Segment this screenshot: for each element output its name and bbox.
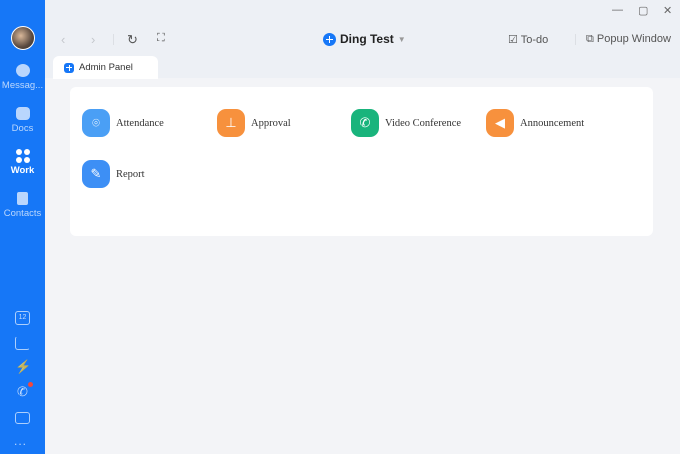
title-bar	[45, 0, 680, 56]
calendar-icon[interactable]: 12	[15, 311, 30, 325]
fullscreen-button[interactable]: ⛶	[157, 32, 165, 45]
tab-label: Admin Panel	[79, 62, 133, 73]
check-icon: ☑	[508, 34, 521, 46]
workspace-title: Ding Test	[340, 32, 394, 46]
todo-button[interactable]: ☑ To-do	[508, 33, 548, 46]
todo-check-icon[interactable]	[15, 336, 30, 350]
sidebar-item-contacts[interactable]: Contacts	[0, 192, 45, 219]
stamp-icon: ⊥	[217, 109, 245, 137]
sidebar-item-label: Messag...	[1, 80, 44, 91]
sidebar-item-messages[interactable]: Messag...	[0, 64, 45, 91]
workspace-switcher[interactable]: Ding Test ▼	[323, 32, 406, 46]
todo-label: To-do	[520, 34, 549, 46]
app-report[interactable]: ✎ Report	[82, 160, 145, 188]
phone-icon[interactable]: ✆	[15, 385, 30, 400]
location-pin-icon: ⌾	[82, 109, 110, 137]
popup-label: Popup Window	[596, 33, 671, 45]
chat-icon	[15, 64, 30, 77]
sidebar-item-label: Contacts	[3, 208, 42, 219]
avatar[interactable]	[11, 26, 35, 50]
maximize-button[interactable]: ▢	[638, 4, 648, 17]
notification-dot	[28, 382, 33, 387]
app-approval[interactable]: ⊥ Approval	[217, 109, 291, 137]
sidebar: Messag... Docs Work Contacts 12 ⚡ ✆ ...	[0, 0, 45, 454]
app-label: Approval	[251, 117, 291, 129]
grid-icon	[15, 149, 30, 163]
minimize-button[interactable]: —	[612, 4, 623, 16]
app-attendance[interactable]: ⌾ Attendance	[82, 109, 164, 137]
report-icon: ✎	[82, 160, 110, 188]
refresh-button[interactable]: ↻	[127, 32, 138, 48]
tab-admin-panel[interactable]: Admin Panel	[53, 56, 158, 79]
app-label: Announcement	[520, 117, 585, 129]
popup-window-button[interactable]: ⧉ Popup Window	[586, 33, 671, 46]
app-label: Video Conference	[385, 117, 462, 129]
video-call-icon: ✆	[351, 109, 379, 137]
contacts-icon	[17, 192, 28, 205]
forward-button[interactable]: ›	[91, 32, 95, 47]
folder-icon	[15, 107, 30, 120]
sidebar-item-docs[interactable]: Docs	[0, 107, 45, 134]
close-button[interactable]: ✕	[663, 4, 672, 17]
sidebar-item-label: Docs	[11, 123, 34, 134]
mail-icon[interactable]	[15, 412, 30, 424]
divider	[113, 34, 114, 45]
sidebar-item-label: Work	[10, 165, 35, 176]
app-label: Attendance	[116, 117, 164, 129]
app-label: Report	[116, 168, 145, 180]
more-icon[interactable]: ...	[14, 434, 27, 448]
app-announcement[interactable]: ◀ Announcement	[486, 109, 584, 137]
popup-icon: ⧉	[586, 33, 597, 45]
workspace-logo-icon	[323, 32, 336, 46]
app-video-conference[interactable]: ✆ Video Conference	[351, 109, 461, 137]
sidebar-item-work[interactable]: Work	[0, 149, 45, 176]
megaphone-icon: ◀	[486, 109, 514, 137]
admin-panel-icon	[64, 62, 74, 73]
back-button[interactable]: ‹	[61, 32, 65, 47]
divider	[575, 34, 576, 45]
chevron-down-icon: ▼	[397, 34, 406, 44]
lightning-icon[interactable]: ⚡	[15, 360, 31, 375]
